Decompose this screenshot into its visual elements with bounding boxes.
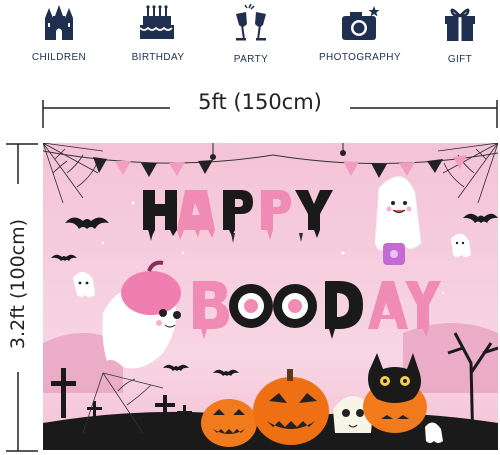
camera-icon [342, 6, 380, 40]
usage-photography: PHOTOGRAPHY [315, 4, 405, 63]
usage-label: PARTY [233, 54, 269, 65]
usage-label: PHOTOGRAPHY [318, 52, 401, 63]
gift-icon [445, 8, 475, 41]
cake-icon [139, 5, 174, 39]
usage-birthday: BIRTHDAY [113, 4, 203, 63]
height-dimension-label: 3.2ft (100cm) [7, 218, 29, 350]
usage-label: GIFT [447, 54, 473, 65]
width-dimension-label: 5ft (150cm) [198, 90, 322, 114]
usage-gift: GIFT [415, 4, 500, 65]
castle-icon [45, 5, 73, 40]
usage-icons-row: CHILDREN BIRTHDAY PARTY PHOTOGRAPHY GIFT [0, 0, 500, 78]
usage-label: BIRTHDAY [131, 52, 185, 63]
backdrop-image [43, 143, 498, 450]
usage-children: CHILDREN [14, 4, 104, 63]
toast-glasses-icon [236, 4, 266, 41]
usage-party: PARTY [206, 4, 296, 65]
usage-label: CHILDREN [31, 52, 87, 63]
